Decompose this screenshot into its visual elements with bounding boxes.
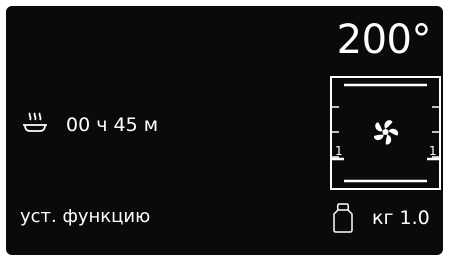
weight-value[interactable]: кг 1.0 (372, 206, 430, 230)
temperature-readout[interactable]: 200° (337, 16, 432, 64)
set-function-prompt[interactable]: уст. функцию (20, 205, 150, 229)
steam-dish-icon (23, 112, 47, 132)
oven-display: 200° 00 ч 45 м 1 1 уст. функцию кг 1.0 (6, 6, 443, 255)
right-rack-level: 1 (429, 144, 437, 158)
fan-icon (373, 120, 399, 145)
weight-icon (333, 203, 353, 233)
oven-cavity-diagram: 1 1 (330, 76, 441, 190)
left-rack-level: 1 (335, 144, 343, 158)
cooking-time[interactable]: 00 ч 45 м (66, 113, 158, 137)
